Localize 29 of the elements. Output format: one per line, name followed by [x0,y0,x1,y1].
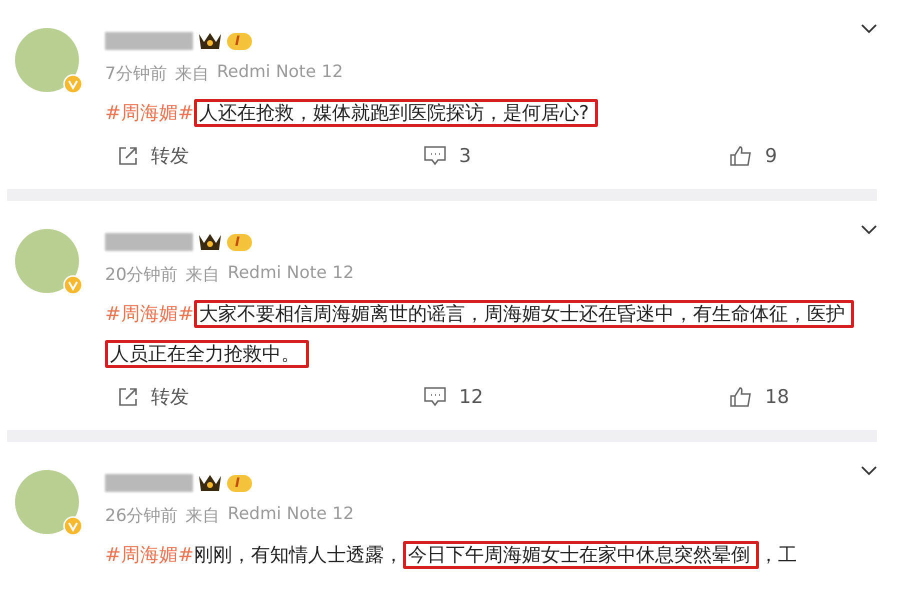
share-icon[interactable] [117,386,139,408]
repost-label[interactable]: 转发 [151,384,189,410]
thumbs-up-icon[interactable] [729,145,753,167]
comment-count[interactable]: 3 [459,145,472,167]
chevron-down-icon[interactable] [861,466,877,476]
device-name: Redmi Note 12 [228,504,354,526]
like-count[interactable]: 18 [765,386,790,408]
level-badge: I [227,32,252,50]
post-text: #周海媚# 人还在抢救，媒体就跑到医院探访，是何居心? [105,93,855,133]
device-name: Redmi Note 12 [228,263,354,285]
post-text: #周海媚#刚刚，有知情人士透露， 今日下午周海媚女士在家中休息突然晕倒 ，工 [105,535,855,575]
like-count[interactable]: 9 [765,145,778,167]
comment-icon[interactable] [423,145,447,167]
comment-count[interactable]: 12 [459,386,484,408]
device-name: Redmi Note 12 [216,62,344,84]
source-label: 来自 [186,264,220,286]
repost-label[interactable]: 转发 [151,143,189,169]
comment-icon[interactable] [423,386,447,408]
share-icon[interactable] [117,145,139,167]
chevron-down-icon[interactable] [861,24,877,34]
level-badge: I [227,234,252,250]
chevron-down-icon[interactable] [861,225,877,235]
post-time: 7分钟前 [105,63,167,85]
post-time: 26分钟前 [105,505,178,527]
level-badge: I [227,474,252,492]
source-label: 来自 [174,63,209,85]
thumbs-up-icon[interactable] [729,386,753,408]
source-label: 来自 [186,505,220,527]
post-time: 20分钟前 [105,264,178,286]
